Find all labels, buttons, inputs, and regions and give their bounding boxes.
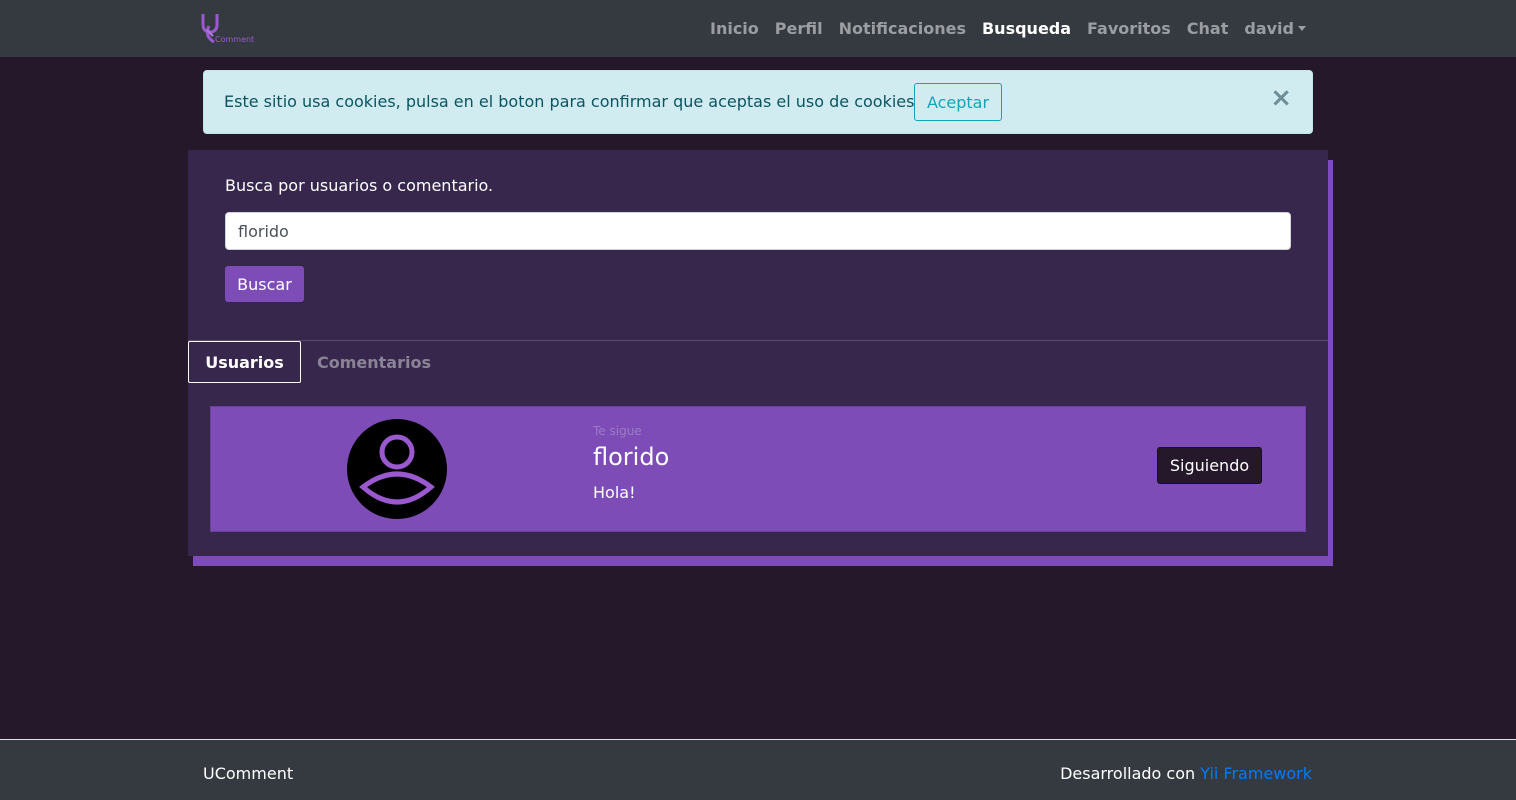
nav-notificaciones[interactable]: Notificaciones bbox=[839, 19, 966, 38]
navbar: Comment Inicio Perfil Notificaciones Bus… bbox=[0, 0, 1516, 57]
cookie-message: Este sitio usa cookies, pulsa en el boto… bbox=[224, 92, 915, 111]
user-menu-dropdown[interactable]: david bbox=[1244, 19, 1306, 38]
ucomment-logo[interactable]: Comment bbox=[200, 12, 256, 46]
result-bio: Hola! bbox=[593, 483, 636, 502]
result-username[interactable]: florido bbox=[593, 443, 669, 471]
nav-busqueda[interactable]: Busqueda bbox=[982, 19, 1071, 38]
tab-usuarios[interactable]: Usuarios bbox=[188, 341, 301, 383]
cookie-alert: Este sitio usa cookies, pulsa en el boto… bbox=[203, 70, 1313, 134]
following-button[interactable]: Siguiendo bbox=[1157, 447, 1262, 484]
footer-credit-prefix: Desarrollado con bbox=[1060, 764, 1196, 783]
search-label: Busca por usuarios o comentario. bbox=[225, 176, 494, 195]
nav-links: Inicio Perfil Notificaciones Busqueda Fa… bbox=[694, 0, 1306, 57]
logo-text: Comment bbox=[215, 35, 254, 44]
close-icon[interactable]: × bbox=[1270, 85, 1292, 111]
tab-comentarios[interactable]: Comentarios bbox=[301, 341, 447, 383]
nav-chat[interactable]: Chat bbox=[1187, 19, 1229, 38]
yii-framework-link[interactable]: Yii Framework bbox=[1200, 764, 1312, 783]
search-card: Busca por usuarios o comentario. Buscar … bbox=[188, 150, 1328, 556]
nav-favoritos[interactable]: Favoritos bbox=[1087, 19, 1171, 38]
search-input[interactable] bbox=[225, 212, 1291, 250]
nav-inicio[interactable]: Inicio bbox=[710, 19, 759, 38]
caret-down-icon bbox=[1298, 26, 1306, 31]
accept-cookies-button[interactable]: Aceptar bbox=[914, 83, 1002, 121]
user-menu-label: david bbox=[1244, 19, 1294, 38]
follows-you-label: Te sigue bbox=[593, 424, 642, 438]
avatar-icon[interactable] bbox=[347, 419, 447, 519]
user-result-row[interactable]: Te sigue florido Hola! Siguiendo bbox=[210, 406, 1306, 532]
nav-perfil[interactable]: Perfil bbox=[775, 19, 823, 38]
search-button[interactable]: Buscar bbox=[225, 266, 304, 302]
footer-brand: UComment bbox=[203, 764, 294, 783]
footer: UComment Desarrollado con Yii Framework bbox=[0, 739, 1516, 800]
footer-credit: Desarrollado con Yii Framework bbox=[1060, 764, 1312, 783]
